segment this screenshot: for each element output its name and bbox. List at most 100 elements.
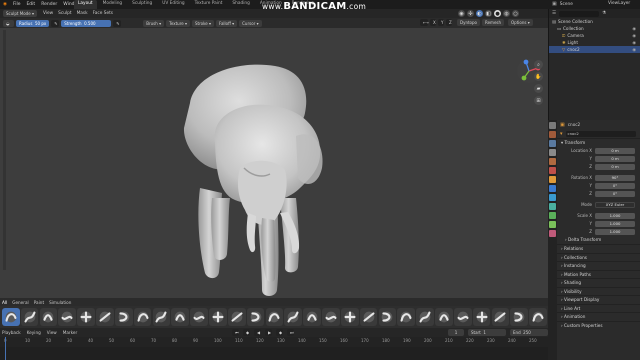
- brush-thumbnail-icon[interactable]: [246, 308, 265, 326]
- overlay-toggle-icon[interactable]: ◐: [476, 10, 483, 17]
- brush-thumbnail-icon[interactable]: [303, 308, 321, 326]
- next-key-icon[interactable]: ◆: [276, 329, 283, 336]
- brush-thumbnail-icon[interactable]: [472, 308, 491, 326]
- section-visibility[interactable]: › Visibility: [557, 286, 640, 296]
- grid-view-icon[interactable]: ⊞: [534, 96, 543, 105]
- eye-icon[interactable]: ◉: [458, 10, 465, 17]
- pan-hand-icon[interactable]: ✋: [534, 72, 543, 81]
- scale-z-field[interactable]: 1.000: [595, 228, 635, 235]
- toolbar-strip[interactable]: [3, 30, 6, 270]
- tab-uv-editing[interactable]: UV Editing: [158, 0, 188, 9]
- section-collections[interactable]: › Collections: [557, 252, 640, 262]
- mode-selector[interactable]: Sculpt Mode ▾: [3, 10, 37, 17]
- menu-keying[interactable]: Keying: [27, 330, 41, 335]
- rotation-mode-select[interactable]: XYZ Euler: [595, 201, 635, 208]
- brush-thumbnail-icon[interactable]: [529, 308, 547, 326]
- particles-tab-icon[interactable]: [549, 194, 556, 201]
- material-shading-icon[interactable]: ◍: [503, 10, 510, 17]
- brush-thumbnail-icon[interactable]: [152, 308, 171, 326]
- brush-thumbnail-icon[interactable]: [39, 308, 58, 326]
- end-frame-field[interactable]: End 250: [510, 329, 548, 336]
- location-y-field[interactable]: 0 m: [595, 155, 635, 162]
- constraints-tab-icon[interactable]: [549, 212, 556, 219]
- brush-thumbnail-icon[interactable]: [453, 308, 472, 326]
- physics-tab-icon[interactable]: [549, 203, 556, 210]
- outliner-search-input[interactable]: [559, 10, 600, 17]
- data-tab-icon[interactable]: [549, 221, 556, 228]
- menu-timeline-view[interactable]: View: [47, 330, 57, 335]
- brush-thumbnail-icon[interactable]: [378, 308, 397, 326]
- menu-face-sets[interactable]: Face Sets: [93, 11, 113, 16]
- timeline-ruler[interactable]: 0102030405060708090100110120130140150160…: [0, 337, 548, 347]
- section-relations[interactable]: › Relations: [557, 244, 640, 253]
- tab-texture-paint[interactable]: Texture Paint: [191, 0, 227, 9]
- radius-field[interactable]: Radius 50 px: [16, 19, 50, 27]
- brush-thumbnail-icon[interactable]: [2, 308, 20, 326]
- brush-thumbnail-icon[interactable]: [20, 308, 39, 326]
- output-tab-icon[interactable]: [549, 140, 556, 147]
- brush-thumbnail-icon[interactable]: [209, 308, 227, 326]
- view-layer-selector[interactable]: ViewLayer: [608, 1, 630, 6]
- location-x-field[interactable]: 0 m: [595, 147, 635, 154]
- rotation-z-field[interactable]: 0°: [595, 190, 635, 197]
- current-frame-field[interactable]: 1: [448, 329, 464, 336]
- timeline-body[interactable]: [0, 337, 548, 360]
- play-icon[interactable]: ▶: [265, 329, 272, 336]
- filter-icon[interactable]: ⚗: [602, 11, 606, 16]
- jump-start-icon[interactable]: ⏮: [232, 329, 239, 336]
- zoom-icon[interactable]: ⌕: [534, 60, 543, 69]
- section-viewport-display[interactable]: › Viewport Display: [557, 295, 640, 304]
- menu-file[interactable]: File: [13, 2, 21, 7]
- tool-tab-icon[interactable]: [549, 122, 556, 129]
- scene-tab-icon[interactable]: [549, 158, 556, 165]
- section-animation[interactable]: › Animation: [557, 312, 640, 321]
- menu-sculpt[interactable]: Sculpt: [58, 11, 71, 16]
- brush-thumbnail-icon[interactable]: [190, 308, 208, 326]
- 3d-viewport[interactable]: ⌕ ✋ ▰ ⊞: [0, 28, 548, 298]
- menu-falloff[interactable]: Falloff ▾: [216, 19, 238, 27]
- visibility-eye-icon[interactable]: ◉: [632, 33, 636, 38]
- dyntopo-toggle[interactable]: Dyntopo: [457, 19, 480, 26]
- brush-thumbnail-icon[interactable]: [397, 308, 416, 326]
- modifier-tab-icon[interactable]: [549, 185, 556, 192]
- shelf-tab-general[interactable]: General: [12, 300, 29, 305]
- menu-brush[interactable]: Brush ▾: [143, 19, 165, 27]
- symmetry-icon[interactable]: ⟷: [420, 19, 429, 26]
- blender-logo-icon[interactable]: ◉: [3, 2, 7, 7]
- brush-thumbnail-icon[interactable]: [416, 308, 434, 326]
- symmetry-x[interactable]: X: [430, 19, 436, 26]
- brush-thumbnail-icon[interactable]: [491, 308, 510, 326]
- rotation-y-field[interactable]: 0°: [595, 182, 635, 189]
- menu-edit[interactable]: Edit: [26, 2, 35, 7]
- outliner-item-light[interactable]: ✺ Light ◉: [549, 39, 640, 46]
- symmetry-z[interactable]: Z: [446, 19, 452, 26]
- camera-view-icon[interactable]: ▰: [534, 84, 543, 93]
- visibility-eye-icon[interactable]: ◉: [632, 47, 636, 52]
- brush-thumbnail-icon[interactable]: [58, 308, 77, 326]
- shelf-tab-paint[interactable]: Paint: [34, 300, 44, 305]
- play-reverse-icon[interactable]: ◀: [254, 329, 261, 336]
- brush-thumbnail-icon[interactable]: [96, 308, 114, 326]
- menu-texture[interactable]: Texture ▾: [166, 19, 191, 27]
- outliner-item-cnoc2[interactable]: ▽ cnoc2 ◉: [549, 46, 640, 53]
- world-tab-icon[interactable]: [549, 167, 556, 174]
- outliner-editor-icon[interactable]: ☰: [552, 11, 556, 16]
- section-motion-paths[interactable]: › Motion Paths: [557, 269, 640, 279]
- menu-render[interactable]: Render: [41, 2, 57, 7]
- rendered-shading-icon[interactable]: ○: [512, 10, 519, 17]
- start-frame-field[interactable]: Start 1: [468, 329, 506, 336]
- scene-selector[interactable]: ▣ Scene: [552, 1, 573, 7]
- brush-thumbnail-icon[interactable]: [77, 308, 95, 326]
- visibility-eye-icon[interactable]: ◉: [632, 40, 636, 45]
- brush-preview-icon[interactable]: ◒: [3, 19, 14, 27]
- object-name-field[interactable]: cnoc2: [565, 130, 636, 137]
- menu-marker[interactable]: Marker: [63, 330, 77, 335]
- menu-cursor[interactable]: Cursor ▾: [239, 19, 262, 27]
- material-tab-icon[interactable]: [549, 230, 556, 237]
- gizmo-toggle-icon[interactable]: ✣: [467, 10, 474, 17]
- strength-field[interactable]: Strength 0.500: [61, 19, 112, 27]
- shelf-tab-all[interactable]: All: [2, 300, 7, 305]
- outliner-root[interactable]: ▤ Scene Collection: [549, 18, 640, 25]
- solid-shading-icon[interactable]: ●: [494, 10, 501, 17]
- brush-thumbnail-icon[interactable]: [340, 308, 359, 326]
